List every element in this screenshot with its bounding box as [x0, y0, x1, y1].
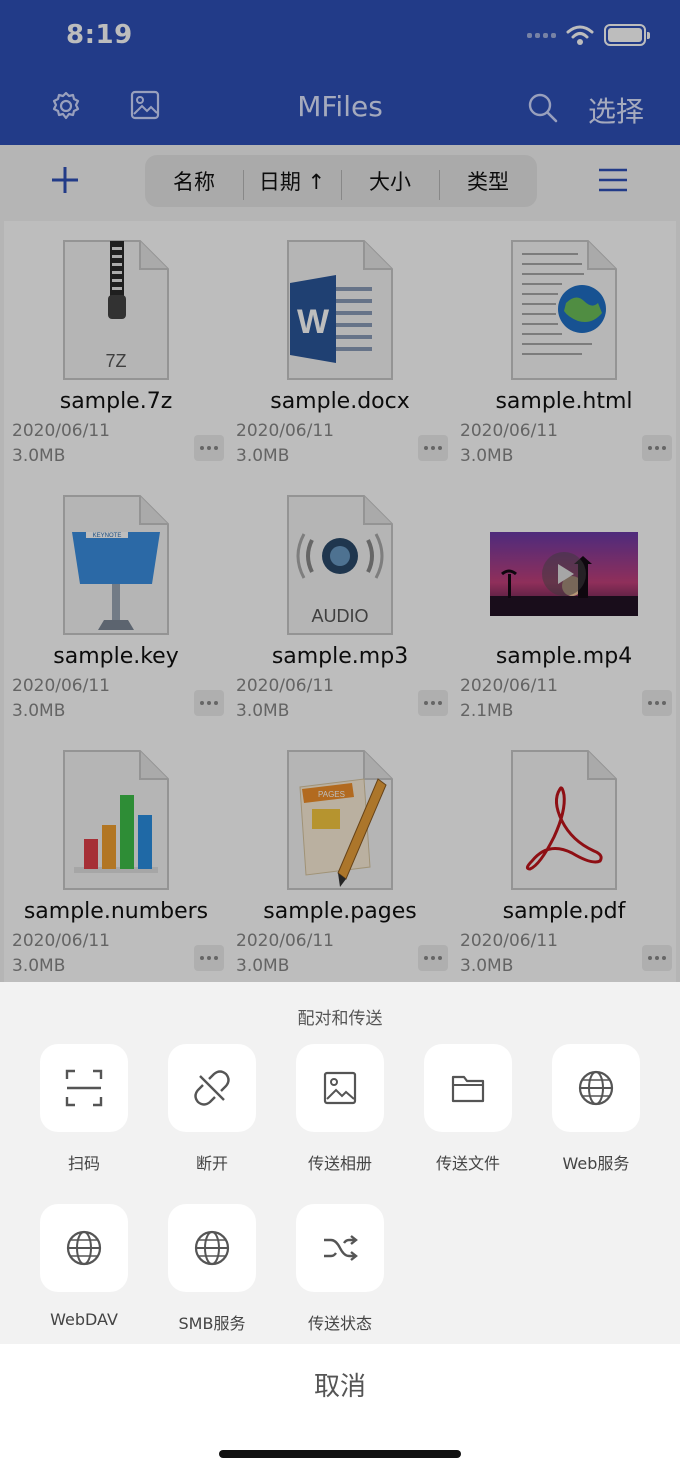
- disconnect-button[interactable]: 断开: [157, 1044, 267, 1174]
- transfer-status-label: 传送状态: [307, 1314, 372, 1333]
- globe-icon: [66, 1230, 102, 1266]
- disconnect-label: 断开: [195, 1154, 228, 1173]
- globe-icon: [194, 1230, 230, 1266]
- image-icon: [323, 1071, 357, 1105]
- shuffle-icon: [324, 1235, 358, 1261]
- send-files-button[interactable]: 传送文件: [413, 1044, 523, 1174]
- globe-icon: [578, 1070, 614, 1106]
- webdav-button[interactable]: WebDAV: [29, 1204, 139, 1329]
- send-files-tile[interactable]: [424, 1044, 512, 1132]
- cancel-button[interactable]: 取消: [0, 1366, 680, 1403]
- scan-button[interactable]: 扫码: [29, 1044, 139, 1174]
- scan-tile[interactable]: [40, 1044, 128, 1132]
- webdav-tile[interactable]: [40, 1204, 128, 1292]
- pairing-transfer-sheet: 配对和传送 扫码 断开 传送相册 传送文件 Web服务 WebDAV SMB服务…: [0, 982, 680, 1344]
- unlink-icon: [194, 1070, 230, 1106]
- web-service-label: Web服务: [562, 1154, 630, 1173]
- web-service-button[interactable]: Web服务: [541, 1044, 651, 1174]
- home-indicator[interactable]: [219, 1450, 461, 1458]
- transfer-status-button[interactable]: 传送状态: [285, 1204, 395, 1334]
- modal-dim-overlay[interactable]: [0, 0, 680, 982]
- send-photos-button[interactable]: 传送相册: [285, 1044, 395, 1174]
- send-files-label: 传送文件: [435, 1154, 500, 1173]
- web-service-tile[interactable]: [552, 1044, 640, 1132]
- smb-service-button[interactable]: SMB服务: [157, 1204, 267, 1334]
- scan-label: 扫码: [67, 1154, 100, 1173]
- send-photos-tile[interactable]: [296, 1044, 384, 1132]
- webdav-label: WebDAV: [50, 1310, 118, 1329]
- cancel-bar: 取消: [0, 1344, 680, 1472]
- smb-service-label: SMB服务: [178, 1314, 246, 1333]
- send-photos-label: 传送相册: [307, 1154, 372, 1173]
- disconnect-tile[interactable]: [168, 1044, 256, 1132]
- scan-icon: [65, 1069, 103, 1107]
- sheet-title: 配对和传送: [297, 1009, 383, 1029]
- folder-icon: [451, 1075, 485, 1103]
- transfer-status-tile[interactable]: [296, 1204, 384, 1292]
- smb-service-tile[interactable]: [168, 1204, 256, 1292]
